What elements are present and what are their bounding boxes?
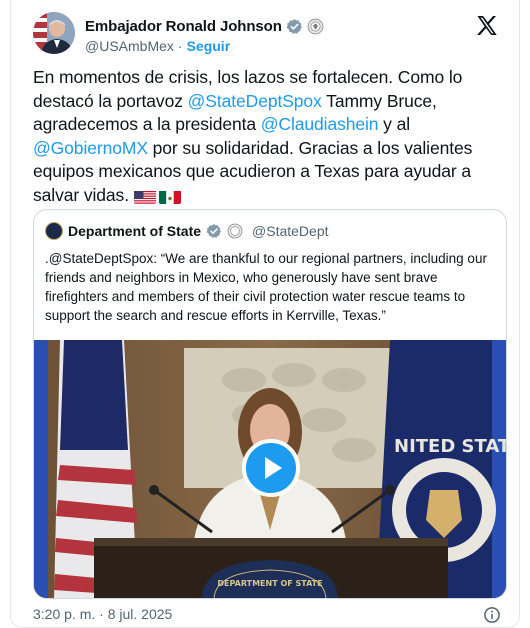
play-button[interactable] [242,439,300,497]
verified-badge-icon [286,18,302,34]
flag-text: NITED STATE [394,436,507,457]
tweet-timestamp[interactable]: 3:20 p. m. · 8 jul. 2025 [33,606,172,622]
government-seal-icon [307,18,324,34]
x-logo-icon[interactable] [475,14,499,38]
follow-button[interactable]: Seguir [187,38,231,54]
quoted-tweet[interactable]: Department of State @StateDept .@StateDe… [33,209,507,599]
quoted-author-handle[interactable]: @StateDept [252,223,328,239]
quoted-avatar[interactable] [45,222,63,240]
info-icon[interactable] [483,606,501,624]
handle-separator: · [177,38,183,54]
verified-badge-icon [206,224,222,238]
mention-link[interactable]: @GobiernoMX [33,138,148,158]
mention-link[interactable]: @StateDeptSpox [188,91,322,111]
video-player[interactable]: NITED STATE DEPARTMENT OF STATE [34,340,507,598]
mexico-flag-icon [158,189,181,204]
tweet-header: Embajador Ronald Johnson @USAmbMex · Seg… [33,12,503,60]
play-icon [265,457,282,479]
tweet-segment: y al [378,114,411,134]
author-handle[interactable]: @USAmbMex [85,38,174,54]
us-flag-icon [133,189,156,204]
quoted-author-name[interactable]: Department of State [68,223,201,239]
tweet-card: Embajador Ronald Johnson @USAmbMex · Seg… [10,0,520,628]
government-seal-icon [227,223,243,239]
quoted-text: .@StateDeptSpox: “We are thankful to our… [45,251,487,323]
podium-seal-text: DEPARTMENT OF STATE [217,579,322,588]
avatar[interactable] [33,12,75,54]
mention-link[interactable]: @Claudiashein [261,114,379,134]
tweet-text: En momentos de crisis, los lazos se fort… [33,66,503,207]
author-name[interactable]: Embajador Ronald Johnson [85,18,282,35]
